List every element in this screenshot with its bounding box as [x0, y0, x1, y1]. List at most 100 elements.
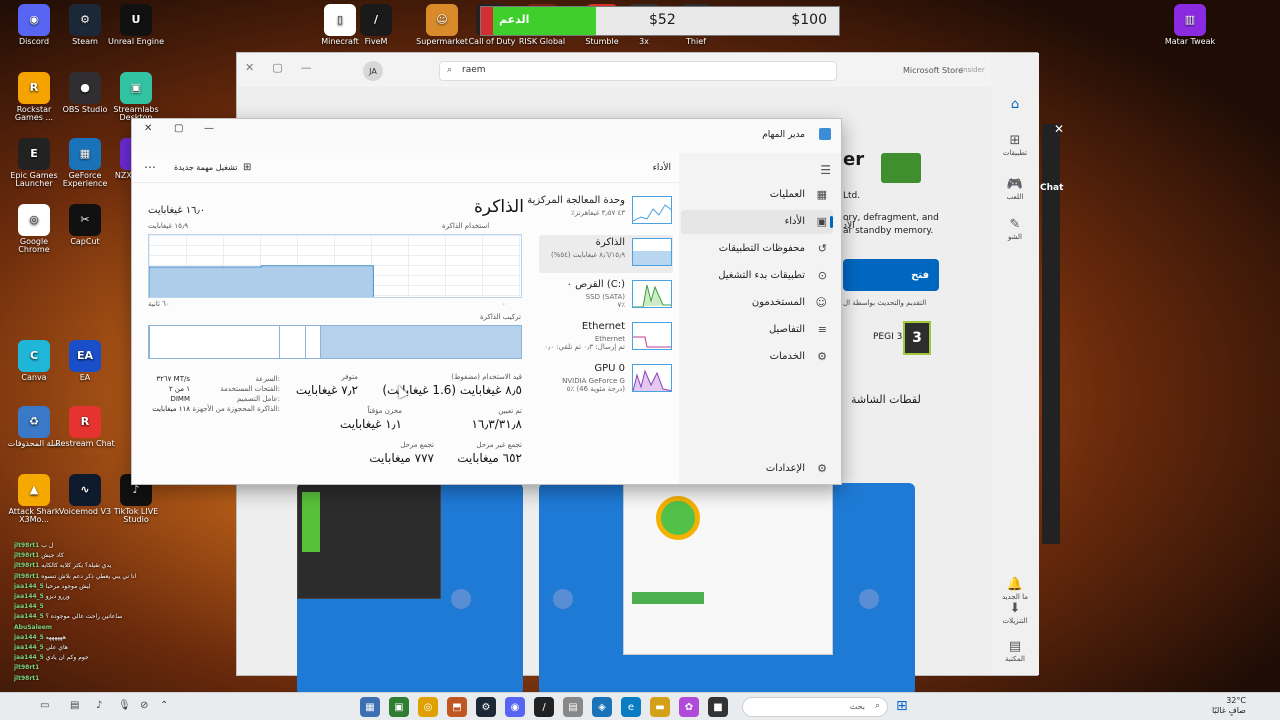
close-icon[interactable]: ✕ [1054, 122, 1064, 136]
desktop-icon[interactable]: EA EA [55, 340, 115, 382]
taskbar-app-icon[interactable]: ▬ [650, 697, 670, 717]
store-nav-item[interactable]: ▤ المكتبة [991, 639, 1039, 663]
close-icon[interactable]: ✕ [245, 61, 254, 74]
maximize-icon[interactable]: ▢ [272, 61, 282, 74]
nav-item[interactable]: ≡ التفاصيل [681, 318, 833, 342]
taskbar-app-icon[interactable]: ◎ [418, 697, 438, 717]
app-icon: ● [69, 72, 101, 104]
memory-composition-bar[interactable] [148, 325, 522, 359]
desktop-icon[interactable]: ✂ CapCut [55, 204, 115, 246]
chat-message: jaa144_5 ههههههه [14, 633, 174, 643]
nav-item-settings[interactable]: ⚙ الإعدادات [681, 457, 833, 481]
performance-item-detail-2: تم إرسال: ٠٫٣ تم تلقي: ٠٫٠ [544, 343, 625, 351]
nav-icon: ≡ [817, 323, 827, 336]
composition-segment-modified[interactable] [305, 326, 321, 358]
store-nav-icon: ▤ [1008, 639, 1022, 654]
chat-text: وزرو ديزو [45, 593, 70, 601]
taskbar-app-icon[interactable]: ▤ [563, 697, 583, 717]
memory-stat-label: تجمع مرحل [400, 441, 434, 449]
task-manager-title: مدير المهام [762, 130, 805, 140]
stream-chat-overlay: jlt98rt1 ل ب jlt98rt1 كاد جيش jlt98rt1 يدي… [14, 541, 174, 684]
store-nav-label: المكتبة [1005, 655, 1025, 663]
taskbar-app-icon[interactable]: ◈ [592, 697, 612, 717]
desktop-icon[interactable]: / FiveM [346, 4, 406, 46]
run-new-task-button[interactable]: تشغيل مهمة جديدة [174, 163, 237, 172]
composition-segment-standby[interactable] [279, 326, 306, 358]
microphone-icon[interactable]: 🎙 [118, 700, 131, 711]
store-nav-item[interactable]: ⌂ [991, 97, 1039, 113]
store-nav-icon: ✎ [1009, 217, 1021, 232]
store-nav-label: الشو [1008, 233, 1022, 241]
nav-item[interactable]: ▣ الأداء [681, 210, 833, 234]
graph-axis-right: ٠ [502, 300, 506, 308]
nav-item[interactable]: ☺ المستخدمون [681, 291, 833, 315]
desktop-icon[interactable]: R Restream Chat [55, 406, 115, 448]
store-nav-item[interactable]: ✎ الشو [991, 217, 1039, 241]
screenshot-2-gauge [656, 496, 700, 540]
chat-text: انا ني يبي يعطي ذكر دعم بلاش تنسوه [41, 572, 137, 580]
performance-item[interactable]: Ethernet Ethernet تم إرسال: ٠٫٣ تم تلقي: ٠… [539, 319, 673, 357]
nav-item[interactable]: ▦ العمليات [681, 183, 833, 207]
composition-segment-free[interactable] [149, 326, 280, 358]
performance-thumbnail [632, 280, 672, 308]
chevron-up-icon[interactable]: ⌃ [160, 700, 168, 711]
tray-icon[interactable]: ▤ [70, 700, 79, 711]
desktop-icon-label: EA [79, 373, 91, 382]
desktop-icon[interactable]: U Unreal Engine [106, 4, 166, 46]
donation-goal-bar: الدعم $52 $100 [480, 6, 840, 36]
taskbar-search-input[interactable]: بحث ⌕ [742, 697, 888, 717]
taskbar-app-icon[interactable]: ▣ [389, 697, 409, 717]
avatar[interactable]: JA [363, 61, 383, 81]
weather-widget[interactable]: 32°C صافٍ غالبًا [1212, 696, 1246, 716]
screenshot-1[interactable] [297, 483, 523, 695]
chat-tab[interactable]: Chat [1040, 183, 1063, 193]
more-options-icon[interactable]: ⋯ [144, 160, 156, 174]
taskbar-app-icon[interactable]: / [534, 697, 554, 717]
desktop-icon[interactable]: ▣Streamlabs Desktop [106, 72, 166, 123]
composition-segment-in-use[interactable] [320, 326, 521, 358]
performance-item[interactable]: القرص ٠ (C:) SSD (SATA) ٧٪ [539, 277, 673, 315]
screenshot-1-bar [302, 492, 320, 552]
nav-item[interactable]: ⊙ تطبيقات بدء التشغيل [681, 264, 833, 288]
taskbar-app-icon[interactable]: ⬒ [447, 697, 467, 717]
store-nav-item[interactable]: 🔔 ما الجديد [991, 577, 1039, 601]
close-icon[interactable]: ✕ [144, 123, 152, 134]
taskbar-app-icon[interactable]: ▦ [360, 697, 380, 717]
performance-item[interactable]: الذاكرة ٨٫٦/١٥٫٩ غيغابايت (٥٤%) [539, 235, 673, 273]
memory-spec-value: ١١٨ ميغابايت [152, 405, 190, 413]
tray-icon[interactable]: ▭ [40, 700, 49, 711]
network-icon[interactable]: ⊘ [140, 700, 148, 711]
desktop-icon[interactable]: ▥ Matar Tweak [1160, 4, 1220, 46]
minimize-icon[interactable]: — [301, 61, 312, 74]
taskbar-app-icon[interactable]: ■ [708, 697, 728, 717]
minimize-icon[interactable]: — [204, 123, 214, 134]
memory-total: ١٦٫٠ غيغابايت [148, 205, 206, 216]
taskbar-app-icon[interactable]: e [621, 697, 641, 717]
memory-title: الذاكرة [474, 197, 524, 217]
performance-item[interactable]: وحدة المعالجة المركزية ٪٤٣ ٣٫٥٧ غيغاهرتز [527, 193, 673, 231]
maximize-icon[interactable]: ▢ [174, 123, 183, 134]
hamburger-menu-icon[interactable]: ☰ [820, 163, 831, 177]
screenshot-2[interactable] [539, 483, 915, 695]
store-search-input[interactable]: ⌕ raem [439, 61, 837, 81]
store-nav-item[interactable]: ⊞ تطبيقات [991, 133, 1039, 157]
app-publisher[interactable]: Ltd. [843, 191, 860, 201]
taskbar-app-icon[interactable]: ◉ [505, 697, 525, 717]
taskbar-app-icon[interactable]: ✿ [679, 697, 699, 717]
speaker-icon[interactable]: ♪ [96, 700, 102, 711]
performance-item[interactable]: GPU 0 NVIDIA GeForce G ٥٪ (46 درجة مئوية) [539, 361, 673, 399]
nav-item[interactable]: ⚙ الخدمات [681, 345, 833, 369]
pegi-badge: 3 [903, 321, 931, 355]
run-task-icon: ⊞ [243, 162, 252, 173]
store-nav-item[interactable]: 🎮 اللعب [991, 177, 1039, 201]
chat-text: يدي تقيلة؟ يكثر كلايه كالكايه [41, 562, 112, 570]
open-app-button[interactable]: فتح [843, 259, 939, 291]
nav-icon: ☺ [815, 296, 827, 309]
chat-username: jlt98rt1 [14, 542, 40, 549]
store-nav-item[interactable]: ⬇ التنزيلات [991, 601, 1039, 625]
taskbar-app-icon[interactable]: ⚙ [476, 697, 496, 717]
nav-item[interactable]: ↺ محفوظات التطبيقات [681, 237, 833, 261]
performance-item-detail: SSD (SATA) [585, 293, 625, 301]
performance-item-name: القرص ٠ (C:) [566, 279, 625, 290]
start-menu-icon[interactable]: ⊞ [896, 698, 908, 714]
